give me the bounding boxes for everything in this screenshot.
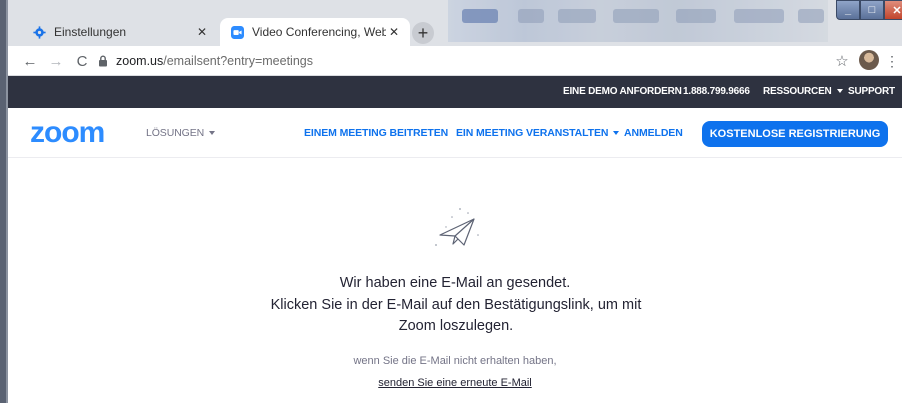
zoom-favicon-icon (230, 25, 244, 39)
solutions-label: LÖSUNGEN (146, 127, 205, 139)
chevron-down-icon (613, 131, 620, 136)
confirmation-message: Wir haben eine E-Mail an gesendet. (339, 275, 571, 291)
request-demo-link[interactable]: EINE DEMO ANFORDERN (563, 76, 682, 108)
lock-icon (98, 55, 110, 67)
window-close-button[interactable]: ✕ (884, 0, 902, 20)
tab-zoom[interactable]: Video Conferencing, Web Confer ✕ (220, 18, 410, 46)
support-link[interactable]: SUPPORT (848, 76, 895, 108)
browser-toolbar: ← → C zoom.us/emailsent?entry=meetings ☆… (8, 46, 902, 76)
chevron-down-icon (836, 89, 843, 94)
resources-menu[interactable]: RESSOURCEN (763, 76, 843, 108)
tab-title: Einstellungen (54, 25, 127, 39)
chevron-down-icon (209, 131, 216, 136)
blurred-background (448, 0, 828, 42)
host-meeting-label: EIN MEETING VERANSTALTEN (456, 127, 609, 139)
zoom-logo[interactable]: zoom (30, 118, 105, 148)
url-host: zoom.us (116, 54, 164, 68)
zoom-top-bar: EINE DEMO ANFORDERN 1.888.799.9666 RESSO… (8, 76, 902, 108)
url-path: /emailsent?entry=meetings (163, 54, 313, 68)
phone-link[interactable]: 1.888.799.9666 (683, 76, 750, 108)
join-meeting-link[interactable]: EINEM MEETING BEITRETEN (304, 108, 448, 158)
not-received-text: wenn Sie die E-Mail nicht erhalten haben… (353, 355, 557, 367)
minimize-button[interactable]: _ (836, 0, 860, 20)
solutions-menu[interactable]: LÖSUNGEN (146, 108, 216, 158)
main-nav: zoom LÖSUNGEN EINEM MEETING BEITRETEN EI… (8, 108, 902, 158)
address-bar[interactable]: zoom.us/emailsent?entry=meetings (98, 49, 844, 73)
sign-up-button[interactable]: KOSTENLOSE REGISTRIERUNG (702, 121, 888, 147)
paper-plane-icon (435, 208, 479, 246)
close-icon[interactable]: ✕ (386, 24, 402, 40)
resend-email-link[interactable]: senden Sie eine erneute E-Mail (8, 377, 902, 389)
sign-in-link[interactable]: ANMELDEN (624, 108, 683, 158)
bookmark-star-icon[interactable]: ☆ (832, 51, 852, 71)
maximize-button[interactable]: □ (860, 0, 884, 20)
host-meeting-menu[interactable]: EIN MEETING VERANSTALTEN (456, 108, 620, 158)
profile-avatar[interactable] (859, 50, 879, 70)
gear-icon (32, 25, 46, 39)
instruction-message: Klicken Sie in der E-Mail auf den Bestät… (270, 297, 642, 334)
menu-kebab-icon[interactable]: ⋮ (885, 51, 899, 71)
close-icon[interactable]: ✕ (194, 24, 210, 40)
resources-label: RESSOURCEN (763, 86, 832, 97)
reload-icon[interactable]: C (72, 51, 92, 71)
tab-title: Video Conferencing, Web Confer (252, 25, 386, 39)
new-tab-button[interactable]: + (412, 22, 434, 44)
window-border (0, 0, 8, 403)
email-sent-panel: Wir haben eine E-Mail an gesendet. Klick… (8, 159, 902, 403)
resend-email-label: senden Sie eine erneute E-Mail (378, 377, 532, 389)
tab-settings[interactable]: Einstellungen ✕ (22, 18, 218, 46)
tab-strip: Einstellungen ✕ Video Conferencing, Web … (8, 0, 902, 46)
back-icon[interactable]: ← (20, 51, 40, 71)
forward-icon[interactable]: → (46, 51, 66, 71)
